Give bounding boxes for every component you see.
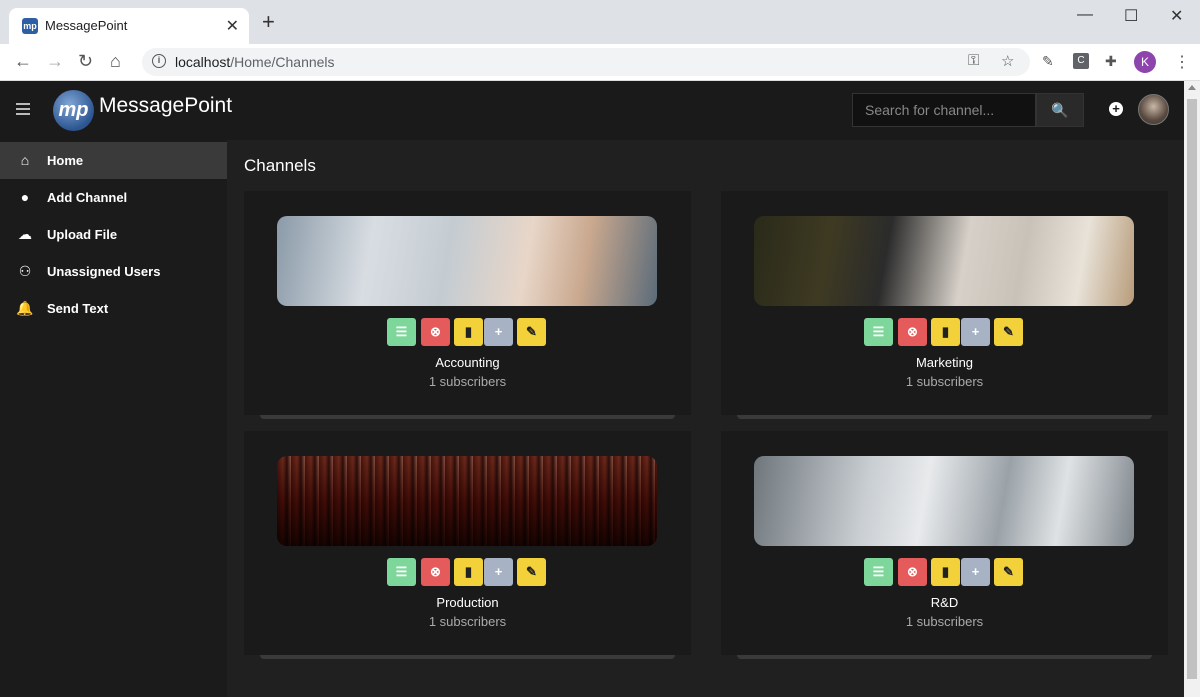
edit-button[interactable]: ✎ [994,558,1023,586]
browser-menu-icon[interactable]: ⋮ [1174,52,1190,72]
sidebar-item-label: Upload File [47,227,118,242]
delete-button[interactable]: ⊗ [421,558,450,586]
channel-card-production: ☰ ⊗ ▮ + ✎ Production 1 subscribers [244,431,691,659]
search-input[interactable] [852,93,1036,127]
list-button[interactable]: ☰ [864,558,893,586]
channel-card-accounting: ☰ ⊗ ▮ + ✎ Accounting 1 subscribers [244,191,691,419]
tab-close-icon[interactable]: ✕ [226,16,239,36]
extension-pen-icon[interactable]: ✎ [1042,53,1054,70]
channel-name: Marketing [915,355,974,370]
list-button[interactable]: ☰ [387,558,416,586]
home-nav-icon[interactable]: ⌂ [110,51,121,71]
user-avatar[interactable] [1138,94,1169,125]
edit-button[interactable]: ✎ [517,558,546,586]
extension-c-icon[interactable]: C [1073,53,1089,69]
channel-subscribers: 1 subscribers [428,614,507,629]
minimize-icon[interactable]: — [1077,6,1093,24]
info-icon[interactable]: i [152,54,166,68]
add-button[interactable]: + [961,318,990,346]
add-button[interactable]: + [484,318,513,346]
card-shadow [260,655,675,659]
edit-button[interactable]: ✎ [994,318,1023,346]
file-button[interactable]: ▮ [454,558,483,586]
new-tab-icon[interactable]: + [262,11,275,33]
maximize-icon[interactable]: ☐ [1124,6,1138,26]
page-title: Channels [244,156,316,175]
channel-subscribers: 1 subscribers [905,614,984,629]
delete-button[interactable]: ⊗ [898,558,927,586]
close-window-icon[interactable]: ✕ [1170,6,1183,26]
add-button[interactable]: + [961,558,990,586]
scrollbar-thumb[interactable] [1187,99,1197,679]
sidebar-item-label: Send Text [47,301,109,316]
channel-name: Accounting [435,355,500,370]
url-text: localhost/Home/Channels [175,54,335,70]
scroll-up-icon[interactable] [1188,85,1196,90]
delete-button[interactable]: ⊗ [898,318,927,346]
sidebar-item-send-text[interactable]: 🔔 Send Text [0,290,227,327]
star-icon[interactable]: ☆ [1001,52,1014,70]
list-button[interactable]: ☰ [864,318,893,346]
home-icon: ⌂ [20,152,30,168]
users-icon: ⚇ [18,263,32,279]
back-icon[interactable]: ← [14,51,32,71]
sidebar-item-label: Home [47,153,84,168]
sidebar-item-upload-file[interactable]: ☁ Upload File [0,216,227,253]
key-icon[interactable]: ⚿ [968,52,979,69]
reload-icon[interactable]: ↻ [78,51,93,71]
search-button[interactable]: 🔍 [1036,93,1084,127]
main-content: Channels ☰ ⊗ ▮ + ✎ Accounting 1 subscrib… [227,140,1184,697]
add-button[interactable]: + [484,558,513,586]
forward-icon[interactable]: → [46,51,64,71]
app-logo: mp [53,90,94,131]
channel-name: Production [436,595,499,610]
channel-image [277,456,657,546]
scrollbar[interactable] [1184,81,1200,697]
list-button[interactable]: ☰ [387,318,416,346]
channel-subscribers: 1 subscribers [905,374,984,389]
app-title: MessagePoint [99,94,233,117]
channel-image [277,216,657,306]
tab-title: MessagePoint [45,18,128,33]
card-shadow [737,415,1152,419]
channel-card-rd: ☰ ⊗ ▮ + ✎ R&D 1 subscribers [721,431,1168,659]
profile-avatar[interactable]: K [1134,51,1156,73]
cloud-upload-icon: ☁ [18,226,32,242]
channel-image [754,456,1134,546]
card-shadow [260,415,675,419]
edit-button[interactable]: ✎ [517,318,546,346]
sidebar-item-label: Unassigned Users [47,264,161,279]
favicon-icon: mp [22,18,38,34]
card-shadow [737,655,1152,659]
browser-tab-bar: mp MessagePoint ✕ + — ☐ ✕ [0,0,1200,44]
puzzle-icon[interactable]: ✚ [1105,53,1117,70]
sidebar-item-unassigned-users[interactable]: ⚇ Unassigned Users [0,253,227,290]
browser-tab[interactable]: mp MessagePoint ✕ [9,8,249,44]
sidebar-item-add-channel[interactable]: ● Add Channel [0,179,227,216]
address-bar: ← → ↻ ⌂ i localhost/Home/Channels ⚿ ☆ ✎ … [0,44,1200,81]
add-circle-icon[interactable]: + [1109,102,1123,116]
channel-name: R&D [930,595,959,610]
hamburger-menu-icon[interactable] [16,103,30,118]
app-header: mp MessagePoint 🔍 + [0,81,1184,140]
sidebar-item-home[interactable]: ⌂ Home [0,142,227,179]
sidebar-item-label: Add Channel [47,190,128,205]
file-button[interactable]: ▮ [931,318,960,346]
file-button[interactable]: ▮ [931,558,960,586]
sidebar: ⌂ Home ● Add Channel ☁ Upload File ⚇ Una… [0,140,227,697]
bell-icon: 🔔 [16,300,34,316]
user-icon: ● [20,189,30,205]
file-button[interactable]: ▮ [454,318,483,346]
channel-card-marketing: ☰ ⊗ ▮ + ✎ Marketing 1 subscribers [721,191,1168,419]
channel-image [754,216,1134,306]
url-omnibox[interactable]: i localhost/Home/Channels ⚿ ☆ [142,48,1030,76]
channel-subscribers: 1 subscribers [428,374,507,389]
delete-button[interactable]: ⊗ [421,318,450,346]
